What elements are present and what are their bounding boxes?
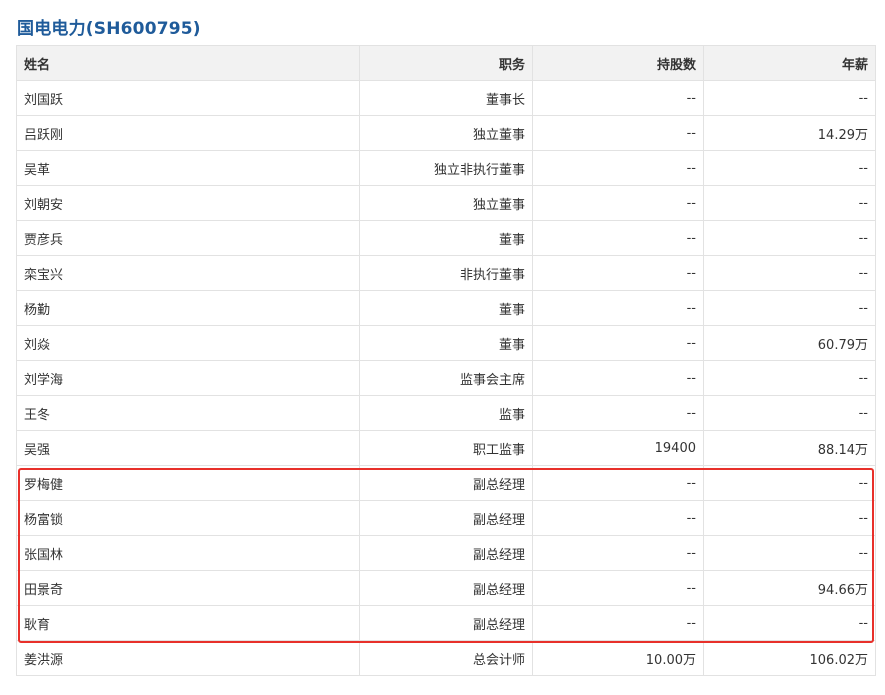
- cell-name: 罗梅健: [16, 465, 360, 501]
- cell-shares: --: [532, 395, 704, 431]
- table-row: 田景奇 副总经理 -- 94.66万: [16, 570, 876, 606]
- cell-shares: --: [532, 570, 704, 606]
- cell-position: 独立董事: [359, 115, 533, 151]
- cell-position: 独立非执行董事: [359, 150, 533, 186]
- cell-name: 刘学海: [16, 360, 360, 396]
- cell-shares: --: [532, 605, 704, 641]
- table-row: 吴强 职工监事 19400 88.14万: [16, 430, 876, 466]
- cell-name: 耿育: [16, 605, 360, 641]
- cell-salary: 88.14万: [703, 430, 876, 466]
- cell-shares: --: [532, 325, 704, 361]
- cell-salary: --: [703, 535, 876, 571]
- cell-salary: --: [703, 465, 876, 501]
- cell-position: 董事长: [359, 80, 533, 116]
- table-row: 杨富锁 副总经理 -- --: [16, 500, 876, 536]
- cell-name: 姜洪源: [16, 640, 360, 676]
- table-row: 刘国跃 董事长 -- --: [16, 80, 876, 116]
- cell-salary: --: [703, 150, 876, 186]
- table-row: 杨勤 董事 -- --: [16, 290, 876, 326]
- cell-shares: --: [532, 500, 704, 536]
- cell-name: 刘焱: [16, 325, 360, 361]
- cell-name: 刘国跃: [16, 80, 360, 116]
- cell-position: 监事: [359, 395, 533, 431]
- cell-salary: 94.66万: [703, 570, 876, 606]
- header-name: 姓名: [16, 45, 360, 81]
- cell-position: 董事: [359, 220, 533, 256]
- cell-salary: 14.29万: [703, 115, 876, 151]
- cell-name: 吕跃刚: [16, 115, 360, 151]
- cell-shares: --: [532, 220, 704, 256]
- table-row: 刘朝安 独立董事 -- --: [16, 185, 876, 221]
- header-salary: 年薪: [703, 45, 876, 81]
- cell-position: 副总经理: [359, 500, 533, 536]
- cell-salary: --: [703, 500, 876, 536]
- cell-name: 栾宝兴: [16, 255, 360, 291]
- cell-salary: --: [703, 220, 876, 256]
- cell-salary: --: [703, 395, 876, 431]
- page-title: 国电电力(SH600795): [17, 19, 201, 39]
- cell-salary: --: [703, 185, 876, 221]
- cell-position: 董事: [359, 325, 533, 361]
- cell-salary: --: [703, 605, 876, 641]
- cell-name: 张国林: [16, 535, 360, 571]
- cell-salary: --: [703, 255, 876, 291]
- cell-salary: 60.79万: [703, 325, 876, 361]
- cell-name: 杨富锁: [16, 500, 360, 536]
- table-row: 栾宝兴 非执行董事 -- --: [16, 255, 876, 291]
- table-row: 姜洪源 总会计师 10.00万 106.02万: [16, 640, 876, 676]
- table-header-row: 姓名 职务 持股数 年薪: [16, 45, 876, 81]
- executives-table-container: 姓名 职务 持股数 年薪 刘国跃 董事长 -- -- 吕跃刚 独立董事 -- 1…: [16, 45, 876, 676]
- cell-position: 副总经理: [359, 570, 533, 606]
- table-row: 张国林 副总经理 -- --: [16, 535, 876, 571]
- cell-name: 吴革: [16, 150, 360, 186]
- cell-position: 职工监事: [359, 430, 533, 466]
- cell-name: 刘朝安: [16, 185, 360, 221]
- cell-salary: 106.02万: [703, 640, 876, 676]
- cell-position: 副总经理: [359, 465, 533, 501]
- cell-shares: --: [532, 290, 704, 326]
- cell-position: 独立董事: [359, 185, 533, 221]
- cell-shares: --: [532, 115, 704, 151]
- table-row: 耿育 副总经理 -- --: [16, 605, 876, 641]
- cell-position: 副总经理: [359, 535, 533, 571]
- cell-shares: 19400: [532, 430, 704, 466]
- cell-position: 监事会主席: [359, 360, 533, 396]
- cell-position: 副总经理: [359, 605, 533, 641]
- cell-shares: --: [532, 185, 704, 221]
- table-row: 罗梅健 副总经理 -- --: [16, 465, 876, 501]
- cell-name: 王冬: [16, 395, 360, 431]
- cell-position: 非执行董事: [359, 255, 533, 291]
- table-row: 刘焱 董事 -- 60.79万: [16, 325, 876, 361]
- table-row: 刘学海 监事会主席 -- --: [16, 360, 876, 396]
- cell-name: 贾彦兵: [16, 220, 360, 256]
- cell-shares: --: [532, 535, 704, 571]
- cell-shares: 10.00万: [532, 640, 704, 676]
- cell-name: 田景奇: [16, 570, 360, 606]
- header-position: 职务: [359, 45, 533, 81]
- cell-name: 吴强: [16, 430, 360, 466]
- cell-shares: --: [532, 255, 704, 291]
- cell-shares: --: [532, 80, 704, 116]
- cell-name: 杨勤: [16, 290, 360, 326]
- table-row: 吴革 独立非执行董事 -- --: [16, 150, 876, 186]
- header-shares: 持股数: [532, 45, 704, 81]
- cell-shares: --: [532, 150, 704, 186]
- cell-shares: --: [532, 465, 704, 501]
- cell-position: 董事: [359, 290, 533, 326]
- cell-salary: --: [703, 360, 876, 396]
- cell-position: 总会计师: [359, 640, 533, 676]
- table-row: 贾彦兵 董事 -- --: [16, 220, 876, 256]
- cell-salary: --: [703, 290, 876, 326]
- cell-salary: --: [703, 80, 876, 116]
- table-row: 吕跃刚 独立董事 -- 14.29万: [16, 115, 876, 151]
- cell-shares: --: [532, 360, 704, 396]
- executives-table: 姓名 职务 持股数 年薪 刘国跃 董事长 -- -- 吕跃刚 独立董事 -- 1…: [16, 45, 876, 676]
- table-row: 王冬 监事 -- --: [16, 395, 876, 431]
